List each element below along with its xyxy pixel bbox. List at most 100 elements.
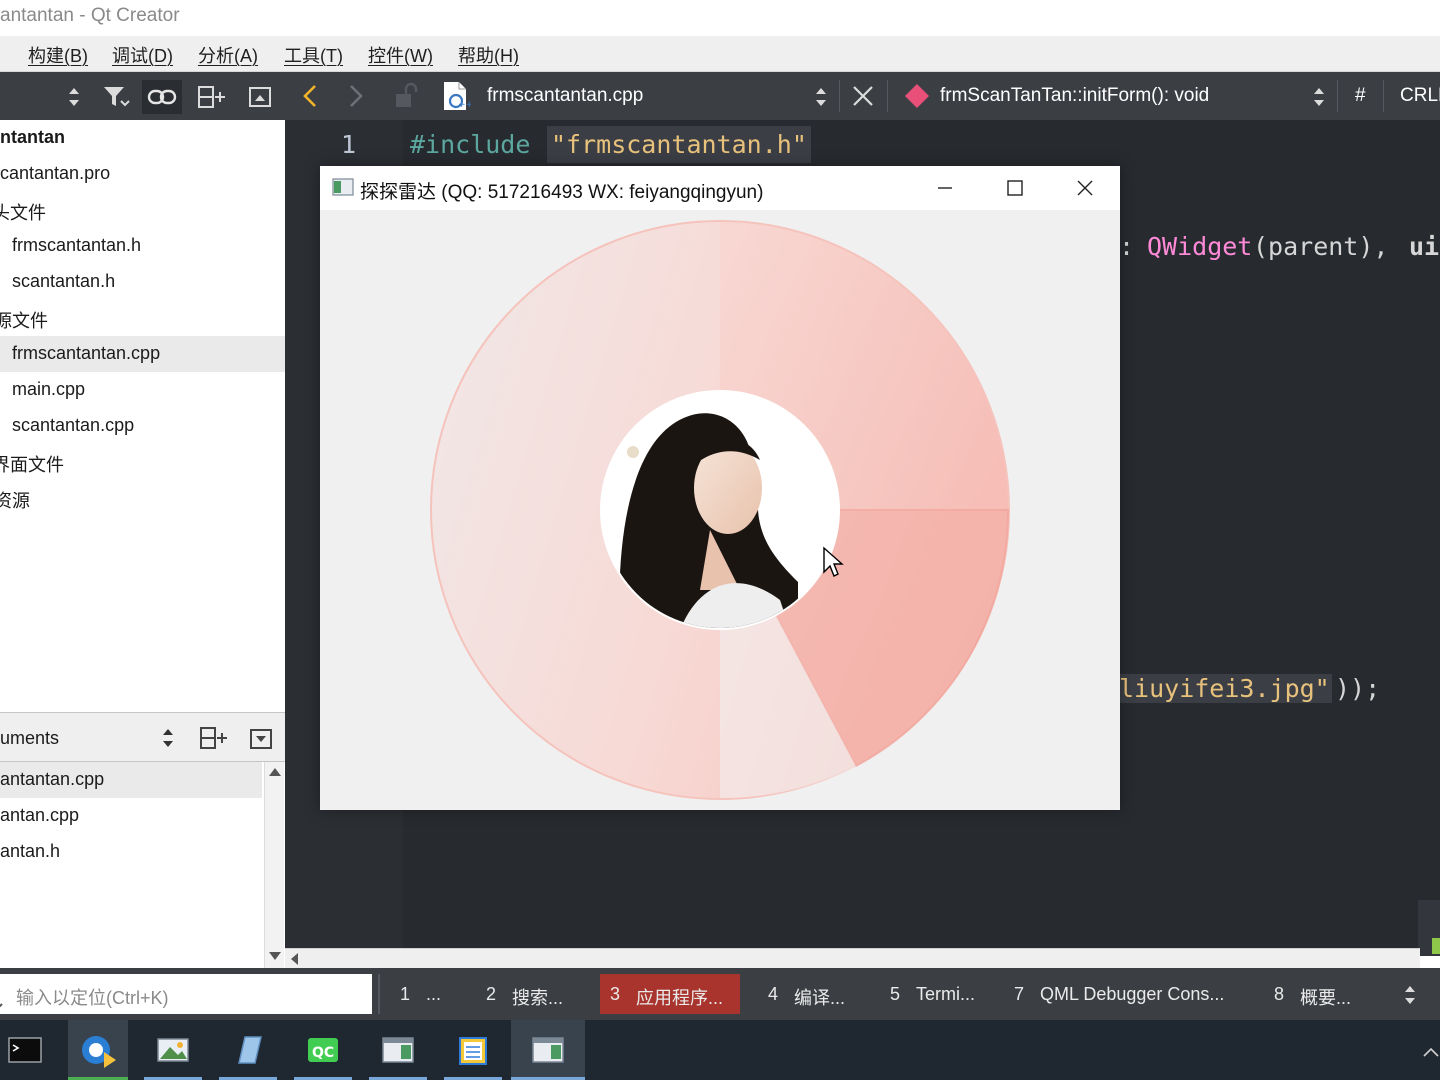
mouse-cursor-icon — [823, 546, 844, 577]
cpp-file-icon: ++ — [441, 80, 473, 117]
qtcreator-app-icon[interactable]: QC — [286, 1020, 360, 1080]
split-add-icon[interactable] — [198, 725, 230, 756]
open-doc-item[interactable]: antan.cpp — [0, 798, 262, 834]
photos-app-icon[interactable] — [136, 1020, 210, 1080]
editor-toolbar: ++ frmscantantan.cpp frmScanTanTan::init… — [285, 72, 1440, 120]
code-fragment-end: )); — [1335, 674, 1381, 703]
menu-tools[interactable]: 工具(T) — [284, 42, 343, 68]
link-icon[interactable] — [142, 80, 182, 114]
dialog-titlebar: 探探雷达 (QQ: 517216493 WX: feiyangqingyun) — [320, 166, 1120, 210]
toolbar-divider — [887, 80, 888, 112]
app-window-icon — [332, 178, 354, 201]
tree-item-frmscantantan-cpp[interactable]: frmscantantan.cpp — [0, 336, 285, 372]
sort-arrows-icon[interactable] — [160, 725, 176, 756]
filter-icon[interactable] — [96, 80, 136, 114]
vertical-scrollbar[interactable] — [264, 762, 284, 968]
minimap-marker — [1418, 900, 1440, 956]
radar-dialog: 探探雷达 (QQ: 517216493 WX: feiyangqingyun) — [320, 166, 1120, 810]
tree-item-forms[interactable]: 界面文件 — [0, 444, 285, 480]
code-fragment-colon: : — [1119, 232, 1150, 261]
forward-arrow-icon[interactable] — [345, 83, 367, 114]
locator-placeholder: 输入以定位(Ctrl+K) — [16, 988, 169, 1008]
locator-input[interactable]: 输入以定位(Ctrl+K) — [0, 974, 372, 1014]
close-icon — [1077, 180, 1093, 196]
minimize-button[interactable] — [910, 166, 980, 210]
tree-item-pro-file[interactable]: cantantan.pro — [0, 156, 285, 192]
svg-text:++: ++ — [458, 100, 471, 110]
menu-debug[interactable]: 调试(D) — [112, 42, 173, 68]
output-tab-issues[interactable]: 1... — [390, 974, 480, 1014]
browser-app-icon[interactable] — [68, 1020, 128, 1080]
current-file-name[interactable]: frmscantantan.cpp — [487, 85, 643, 107]
tree-item-sources[interactable]: 源文件 — [0, 300, 285, 336]
menu-bar: ) 构建(B) 调试(D) 分析(A) 工具(T) 控件(W) 帮助(H) — [0, 36, 1440, 72]
close-document-icon[interactable] — [851, 84, 875, 113]
menu-help[interactable]: 帮助(H) — [458, 42, 519, 68]
radar-canvas — [430, 220, 1010, 800]
open-documents-label: uments — [0, 728, 60, 748]
toolbar-divider — [1383, 80, 1384, 112]
window-app-icon[interactable] — [361, 1020, 435, 1080]
pane-divider — [378, 974, 380, 1014]
code-fragment-jpg: liuyifei3.jpg" — [1119, 674, 1332, 703]
taskbar: QC — [0, 1020, 1440, 1080]
hash-button[interactable]: # — [1355, 85, 1366, 107]
menu-controls[interactable]: 控件(W) — [368, 42, 433, 68]
tree-item-scantantan-h[interactable]: scantantan.h — [0, 264, 285, 300]
radar-app-icon[interactable] — [511, 1020, 585, 1080]
project-toolbar — [0, 72, 285, 120]
close-pane-icon[interactable] — [240, 80, 280, 114]
output-tab-compile[interactable]: 4 编译... — [758, 974, 868, 1014]
maximize-icon — [1007, 180, 1023, 196]
tree-item-project[interactable]: ntantan — [0, 120, 285, 156]
menu-build[interactable]: 构建(B) — [28, 42, 88, 68]
open-doc-item[interactable]: antantan.cpp — [0, 762, 262, 798]
code-fragment-qwidget: QWidget — [1147, 232, 1253, 261]
open-doc-item[interactable]: antan.h — [0, 834, 262, 870]
tree-item-resources[interactable]: 资源 — [0, 480, 285, 516]
toolbar-divider — [1337, 80, 1338, 112]
tree-item-scantantan-cpp[interactable]: scantantan.cpp — [0, 408, 285, 444]
split-add-icon[interactable] — [192, 80, 232, 114]
open-documents-bar: uments — [0, 712, 285, 762]
open-documents-list: antantan.cpp antan.cpp antan.h — [0, 762, 285, 968]
window-titlebar: antantan - Qt Creator — [0, 0, 1440, 36]
lock-icon[interactable] — [393, 82, 419, 115]
current-symbol[interactable]: frmScanTanTan::initForm(): void — [940, 85, 1209, 107]
output-tab-qml-debugger[interactable]: 7 QML Debugger Cons... — [1004, 974, 1254, 1014]
tray-chevron-up-icon[interactable] — [1422, 1042, 1440, 1063]
notes-app-icon[interactable] — [211, 1020, 285, 1080]
maximize-button[interactable] — [980, 166, 1050, 210]
symbol-diamond-icon — [903, 82, 931, 115]
code-fragment-parent: (parent), — [1253, 232, 1404, 261]
minimize-icon — [938, 187, 952, 189]
notepad-app-icon[interactable] — [436, 1020, 510, 1080]
menu-analyze[interactable]: 分析(A) — [198, 42, 258, 68]
tree-item-frmscantantan-h[interactable]: frmscantantan.h — [0, 228, 285, 264]
back-arrow-icon[interactable] — [299, 83, 321, 114]
output-tab-application[interactable]: 3 应用程序... — [600, 974, 740, 1014]
code-include-directive: #include — [410, 130, 531, 159]
file-dropdown-arrows-icon[interactable] — [813, 84, 829, 115]
symbol-dropdown-arrows-icon[interactable] — [1311, 84, 1327, 115]
tree-item-headers[interactable]: 头文件 — [0, 192, 285, 228]
output-tab-terminal[interactable]: 5 Termi... — [880, 974, 990, 1014]
line-ending-label[interactable]: CRLF — [1400, 85, 1440, 107]
line-number: 1 — [341, 130, 357, 159]
window-title: antantan - Qt Creator — [0, 5, 180, 26]
code-include-file: "frmscantantan.h" — [547, 126, 811, 163]
code-fragment-ui: ui — [1409, 232, 1440, 261]
search-icon — [0, 996, 6, 1017]
horizontal-scrollbar[interactable] — [285, 948, 1420, 968]
output-pane-bar: 输入以定位(Ctrl+K) 1... 2 搜索... 3 应用程序... 4 编译..… — [0, 968, 1440, 1020]
tree-item-main-cpp[interactable]: main.cpp — [0, 372, 285, 408]
output-tab-search[interactable]: 2 搜索... — [476, 974, 586, 1014]
view-switch-arrows-icon[interactable] — [54, 80, 94, 114]
output-tab-overview[interactable]: 8 概要... — [1264, 974, 1374, 1014]
close-button[interactable] — [1050, 166, 1120, 210]
dialog-title: 探探雷达 (QQ: 517216493 WX: feiyangqingyun) — [360, 182, 764, 203]
project-tree: ntantan cantantan.pro 头文件 frmscantantan.… — [0, 120, 285, 712]
collapse-pane-icon[interactable] — [248, 727, 274, 756]
more-tabs-arrows-icon[interactable] — [1402, 982, 1418, 1013]
terminal-app-icon[interactable] — [0, 1020, 62, 1080]
